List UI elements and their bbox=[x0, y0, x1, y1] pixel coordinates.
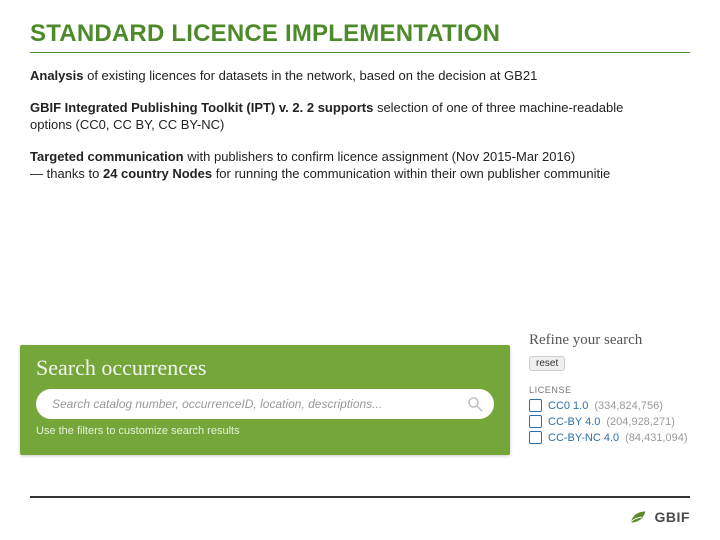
search-icon bbox=[466, 395, 484, 413]
leaf-icon bbox=[627, 506, 649, 528]
search-occurrences-panel: Search occurrences Use the filters to cu… bbox=[20, 345, 510, 455]
checkbox-icon bbox=[529, 431, 542, 444]
license-count: (334,824,756) bbox=[594, 400, 663, 412]
search-panel-title: Search occurrences bbox=[36, 355, 510, 381]
para-comm-tail: for running the communication within the… bbox=[212, 166, 610, 181]
para-comm-strong1: Targeted communication bbox=[30, 149, 184, 164]
footer-divider bbox=[30, 496, 690, 498]
license-name: CC-BY-NC 4.0 bbox=[548, 432, 619, 444]
license-name: CC0 1.0 bbox=[548, 400, 588, 412]
checkbox-icon bbox=[529, 415, 542, 428]
reset-button[interactable]: reset bbox=[529, 356, 565, 371]
license-count: (84,431,094) bbox=[625, 432, 687, 444]
license-option-ccby[interactable]: CC-BY 4.0 (204,928,271) bbox=[529, 415, 714, 428]
license-option-ccbync[interactable]: CC-BY-NC 4.0 (84,431,094) bbox=[529, 431, 714, 444]
search-hint: Use the filters to customize search resu… bbox=[36, 425, 494, 437]
refine-section-license: LICENSE bbox=[529, 385, 714, 395]
para-communication: Targeted communication with publishers t… bbox=[30, 148, 630, 183]
gbif-logo-text: GBIF bbox=[655, 509, 690, 525]
license-option-cc0[interactable]: CC0 1.0 (334,824,756) bbox=[529, 399, 714, 412]
refine-title: Refine your search bbox=[529, 332, 714, 349]
para-analysis-strong: Analysis bbox=[30, 68, 83, 83]
para-analysis-rest: of existing licences for datasets in the… bbox=[83, 68, 537, 83]
checkbox-icon bbox=[529, 399, 542, 412]
license-name: CC-BY 4.0 bbox=[548, 416, 600, 428]
refine-panel: Refine your search reset LICENSE CC0 1.0… bbox=[529, 332, 714, 447]
para-comm-strong2: 24 country Nodes bbox=[103, 166, 212, 181]
para-comm-mid: with publishers to confirm licence assig… bbox=[184, 149, 576, 164]
search-input-wrap[interactable] bbox=[36, 389, 494, 419]
search-input[interactable] bbox=[50, 396, 458, 412]
gbif-logo: GBIF bbox=[627, 506, 690, 528]
license-count: (204,928,271) bbox=[606, 416, 675, 428]
para-ipt-strong: GBIF Integrated Publishing Toolkit (IPT)… bbox=[30, 100, 373, 115]
para-comm-break: — thanks to bbox=[30, 166, 103, 181]
para-analysis: Analysis of existing licences for datase… bbox=[30, 67, 630, 85]
para-ipt: GBIF Integrated Publishing Toolkit (IPT)… bbox=[30, 99, 630, 134]
page-title: STANDARD LICENCE IMPLEMENTATION bbox=[30, 20, 690, 53]
